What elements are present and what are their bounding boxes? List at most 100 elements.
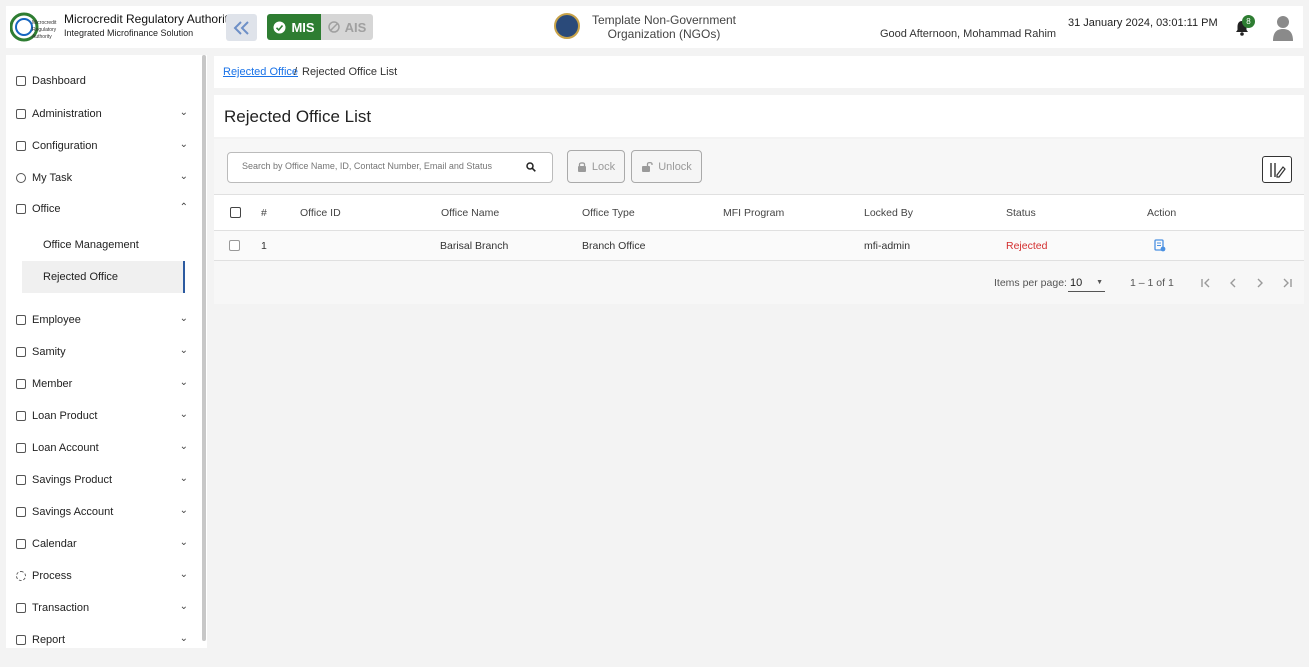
sidebar-item-loan-product[interactable]: Loan Product ⌄ xyxy=(6,405,196,427)
items-per-page-select[interactable]: 10 ▼ xyxy=(1068,274,1105,292)
edit-columns-icon xyxy=(1270,162,1286,178)
check-circle-icon xyxy=(273,21,286,33)
chevron-down-icon: ⌄ xyxy=(179,569,188,580)
breadcrumb-separator: / xyxy=(294,66,298,78)
ngo-seal-icon xyxy=(554,13,580,39)
org-subtitle: Integrated Microfinance Solution xyxy=(64,28,194,38)
search-icon[interactable] xyxy=(526,162,536,175)
lock-button[interactable]: Lock xyxy=(567,150,625,183)
admin-icon xyxy=(16,109,26,119)
savings-product-icon xyxy=(16,475,26,485)
calendar-icon xyxy=(16,539,26,549)
greeting-text: Good Afternoon, Mohammad Rahim xyxy=(880,28,1057,40)
top-header: Microcredit Regulatory Authority Microcr… xyxy=(6,6,1303,48)
sidebar-nav: Dashboard Administration ⌄ Configuration… xyxy=(6,55,207,648)
sidebar-item-savings-product[interactable]: Savings Product ⌄ xyxy=(6,469,196,491)
sidebar-item-administration[interactable]: Administration ⌄ xyxy=(6,103,196,125)
chevron-down-icon: ⌄ xyxy=(179,633,188,644)
mra-logo: Microcredit Regulatory Authority xyxy=(10,12,57,42)
breadcrumb-link-rejected-office[interactable]: Rejected Office xyxy=(223,66,298,78)
sidebar-item-configuration[interactable]: Configuration ⌄ xyxy=(6,135,196,157)
column-header-office-id[interactable]: Office ID xyxy=(300,195,341,230)
chevron-down-icon: ⌄ xyxy=(179,107,188,118)
sidebar-item-label: Loan Account xyxy=(32,442,99,454)
column-header-office-type[interactable]: Office Type xyxy=(582,195,635,230)
chevron-down-icon: ⌄ xyxy=(179,377,188,388)
sidebar-item-employee[interactable]: Employee ⌄ xyxy=(6,309,196,331)
column-header-mfi-program[interactable]: MFI Program xyxy=(723,195,784,230)
column-header-locked-by[interactable]: Locked By xyxy=(864,195,913,230)
sidebar-item-my-task[interactable]: My Task ⌄ xyxy=(6,167,196,189)
user-avatar-icon[interactable] xyxy=(1272,15,1294,41)
sidebar-item-label: My Task xyxy=(32,172,73,184)
transaction-icon xyxy=(16,603,26,613)
sidebar-item-calendar[interactable]: Calendar ⌄ xyxy=(6,533,196,555)
search-input[interactable] xyxy=(242,161,522,171)
sidebar-item-report[interactable]: Report ⌄ xyxy=(6,629,196,648)
sidebar-item-label: Savings Product xyxy=(32,474,113,486)
logo-text-2: Regulatory xyxy=(32,27,57,33)
mis-label: MIS xyxy=(291,19,315,35)
sidebar-item-transaction[interactable]: Transaction ⌄ xyxy=(6,597,196,619)
breadcrumb-current: Rejected Office List xyxy=(302,66,398,78)
sidebar-item-member[interactable]: Member ⌄ xyxy=(6,373,196,395)
sidebar-item-savings-account[interactable]: Savings Account ⌄ xyxy=(6,501,196,523)
row-checkbox[interactable] xyxy=(229,240,240,251)
member-icon xyxy=(16,379,26,389)
column-header-status[interactable]: Status xyxy=(1006,195,1036,230)
samity-icon xyxy=(16,347,26,357)
sidebar-item-label: Savings Account xyxy=(32,506,114,518)
unlock-button[interactable]: Unlock xyxy=(631,150,702,183)
chevron-down-icon: ⌄ xyxy=(179,139,188,150)
ais-toggle[interactable]: AIS xyxy=(321,14,373,40)
sidebar-subitem-label: Rejected Office xyxy=(43,271,119,283)
sidebar-subitem-office-management[interactable]: Office Management xyxy=(22,229,185,261)
savings-account-icon xyxy=(16,507,26,517)
column-settings-button[interactable] xyxy=(1262,156,1292,183)
search-box xyxy=(227,152,553,183)
cell-office-type: Branch Office xyxy=(582,239,646,252)
previous-page-button[interactable] xyxy=(1224,274,1242,292)
org-name: Microcredit Regulatory Authority xyxy=(64,12,235,26)
sidebar-item-label: Office xyxy=(32,203,61,215)
chevron-down-icon: ⌄ xyxy=(179,473,188,484)
lock-icon xyxy=(577,162,586,172)
sidebar-subitem-rejected-office[interactable]: Rejected Office xyxy=(22,261,185,293)
sidebar-item-label: Member xyxy=(32,378,73,390)
mis-toggle[interactable]: MIS xyxy=(267,14,321,40)
chevron-down-icon: ⌄ xyxy=(179,345,188,356)
first-page-icon xyxy=(1201,278,1210,288)
last-page-button[interactable] xyxy=(1278,274,1296,292)
chevron-down-icon: ⌄ xyxy=(179,537,188,548)
logo-text-3: Authority xyxy=(32,34,52,40)
chevron-left-icon xyxy=(1230,278,1236,288)
items-per-page-value: 10 xyxy=(1070,276,1083,289)
chevron-down-icon: ⌄ xyxy=(179,171,188,182)
block-icon xyxy=(327,21,340,33)
ngo-line-2: Organization (NGOs) xyxy=(607,27,721,41)
first-page-button[interactable] xyxy=(1197,274,1215,292)
sidebar-item-label: Transaction xyxy=(32,602,90,614)
column-header-office-name[interactable]: Office Name xyxy=(441,195,499,230)
office-icon xyxy=(16,204,26,214)
view-details-icon[interactable] xyxy=(1154,239,1166,252)
employee-icon xyxy=(16,315,26,325)
sidebar-collapse-button[interactable] xyxy=(226,14,257,41)
sidebar-item-dashboard[interactable]: Dashboard xyxy=(6,70,196,92)
sidebar-item-loan-account[interactable]: Loan Account ⌄ xyxy=(6,437,196,459)
sidebar-item-office[interactable]: Office ⌃ xyxy=(6,198,196,220)
chevron-right-icon xyxy=(1257,278,1263,288)
sidebar-item-samity[interactable]: Samity ⌄ xyxy=(6,341,196,363)
page-title-bar: Rejected Office List xyxy=(214,95,1304,137)
double-chevron-left-icon xyxy=(233,20,249,35)
select-all-checkbox[interactable] xyxy=(230,207,241,218)
task-icon xyxy=(16,173,26,183)
process-icon xyxy=(16,571,26,581)
sidebar-scrollbar[interactable] xyxy=(202,55,206,641)
sidebar-item-process[interactable]: Process ⌄ xyxy=(6,565,196,587)
next-page-button[interactable] xyxy=(1251,274,1269,292)
last-page-icon xyxy=(1283,278,1292,288)
column-header-index[interactable]: # xyxy=(261,195,267,230)
loan-product-icon xyxy=(16,411,26,421)
table-row[interactable]: 1 Barisal Branch Branch Office mfi-admin… xyxy=(214,231,1304,261)
